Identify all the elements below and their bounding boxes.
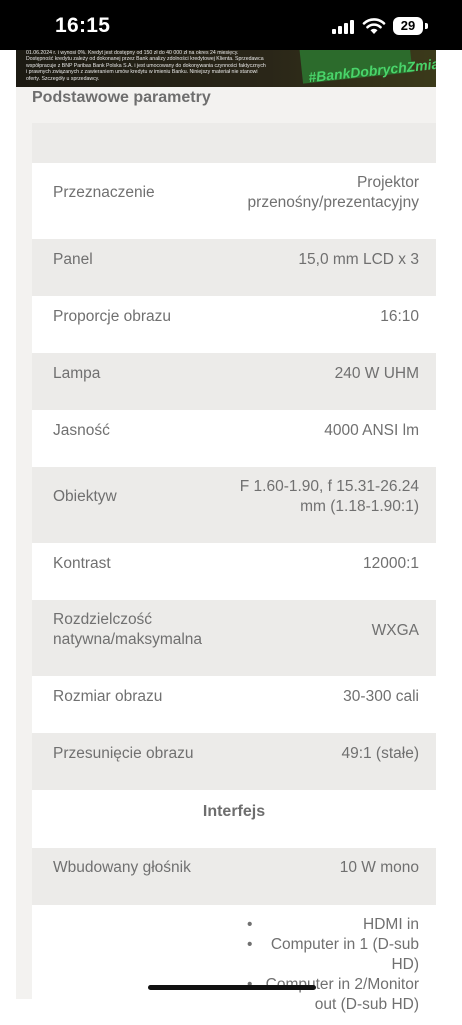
banner-fine-print: 01.06.2024 r. i wynosi 0%. Kredyt jest d…: [26, 50, 266, 82]
table-row: Wbudowany głośnik 10 W mono: [32, 848, 436, 905]
row-value: 12000:1: [362, 555, 419, 572]
ad-banner[interactable]: 01.06.2024 r. i wynosi 0%. Kredyt jest d…: [16, 50, 436, 87]
row-value: F 1.60-1.90, f 15.31-26.24 mm (1.18-1.90…: [239, 478, 419, 515]
wifi-icon: [362, 18, 386, 34]
row-value: Projektor przenośny/prezentacyjny: [247, 174, 419, 211]
status-bar: 16:15 29: [0, 0, 462, 50]
table-row: Lampa 240 W UHM: [32, 353, 436, 410]
status-time: 16:15: [55, 14, 111, 37]
interfaces-heading: Interfejs: [32, 790, 436, 848]
table-row: Rozmiar obrazu 30-300 cali: [32, 676, 436, 733]
parameters-table: Przeznaczenie Projektor przenośny/prezen…: [32, 123, 436, 1025]
row-value: 240 W UHM: [334, 365, 419, 382]
row-label: Kontrast: [53, 555, 111, 572]
list-item: HDMI in: [247, 915, 419, 935]
table-row: Rozdzielczość natywna/maksymalna WXGA: [32, 600, 436, 676]
table-row: HDMI in Computer in 1 (D-sub HD) Compute…: [32, 905, 436, 1025]
list-item: Computer in 2/Monitor out (D-sub HD): [247, 975, 419, 1015]
row-label: Jasność: [53, 422, 110, 439]
row-label: Proporcje obrazu: [53, 308, 172, 325]
row-value: 15,0 mm LCD x 3: [298, 251, 419, 268]
parameters-card: Podstawowe parametry Przeznaczenie Proje…: [16, 87, 436, 1025]
table-row: Panel 15,0 mm LCD x 3: [32, 239, 436, 296]
battery-indicator: 29: [393, 17, 423, 35]
row-label: Rozmiar obrazu: [53, 688, 163, 705]
table-row: Jasność 4000 ANSI lm: [32, 410, 436, 467]
row-label: Wbudowany głośnik: [53, 859, 191, 876]
table-row: Proporcje obrazu 16:10: [32, 296, 436, 353]
section-title: Podstawowe parametry: [32, 89, 211, 106]
row-label: Rozdzielczość natywna/maksymalna: [53, 611, 203, 648]
cellular-signal-icon: [332, 18, 356, 34]
table-row: Przesunięcie obrazu 49:1 (stałe): [32, 733, 436, 790]
row-value: 4000 ANSI lm: [324, 422, 419, 439]
battery-terminal: [425, 23, 428, 29]
table-row: Przeznaczenie Projektor przenośny/prezen…: [32, 163, 436, 239]
table-row: Obiektyw F 1.60-1.90, f 15.31-26.24 mm (…: [32, 467, 436, 543]
table-row: [32, 123, 436, 163]
row-label: Panel: [53, 251, 93, 268]
row-value: 10 W mono: [339, 859, 419, 876]
row-value: 49:1 (stałe): [341, 745, 419, 762]
list-item: Computer in 1 (D-sub HD): [247, 935, 419, 975]
row-value: 30-300 cali: [343, 688, 419, 705]
home-indicator[interactable]: [148, 985, 316, 990]
row-label: Przeznaczenie: [53, 184, 155, 201]
interfaces-list: HDMI in Computer in 1 (D-sub HD) Compute…: [247, 915, 419, 1015]
row-label: Przesunięcie obrazu: [53, 745, 194, 762]
row-value: 16:10: [380, 308, 419, 325]
row-label: Obiektyw: [53, 488, 117, 505]
table-row: Kontrast 12000:1: [32, 543, 436, 600]
row-value: WXGA: [371, 622, 419, 639]
row-label: Lampa: [53, 365, 101, 382]
